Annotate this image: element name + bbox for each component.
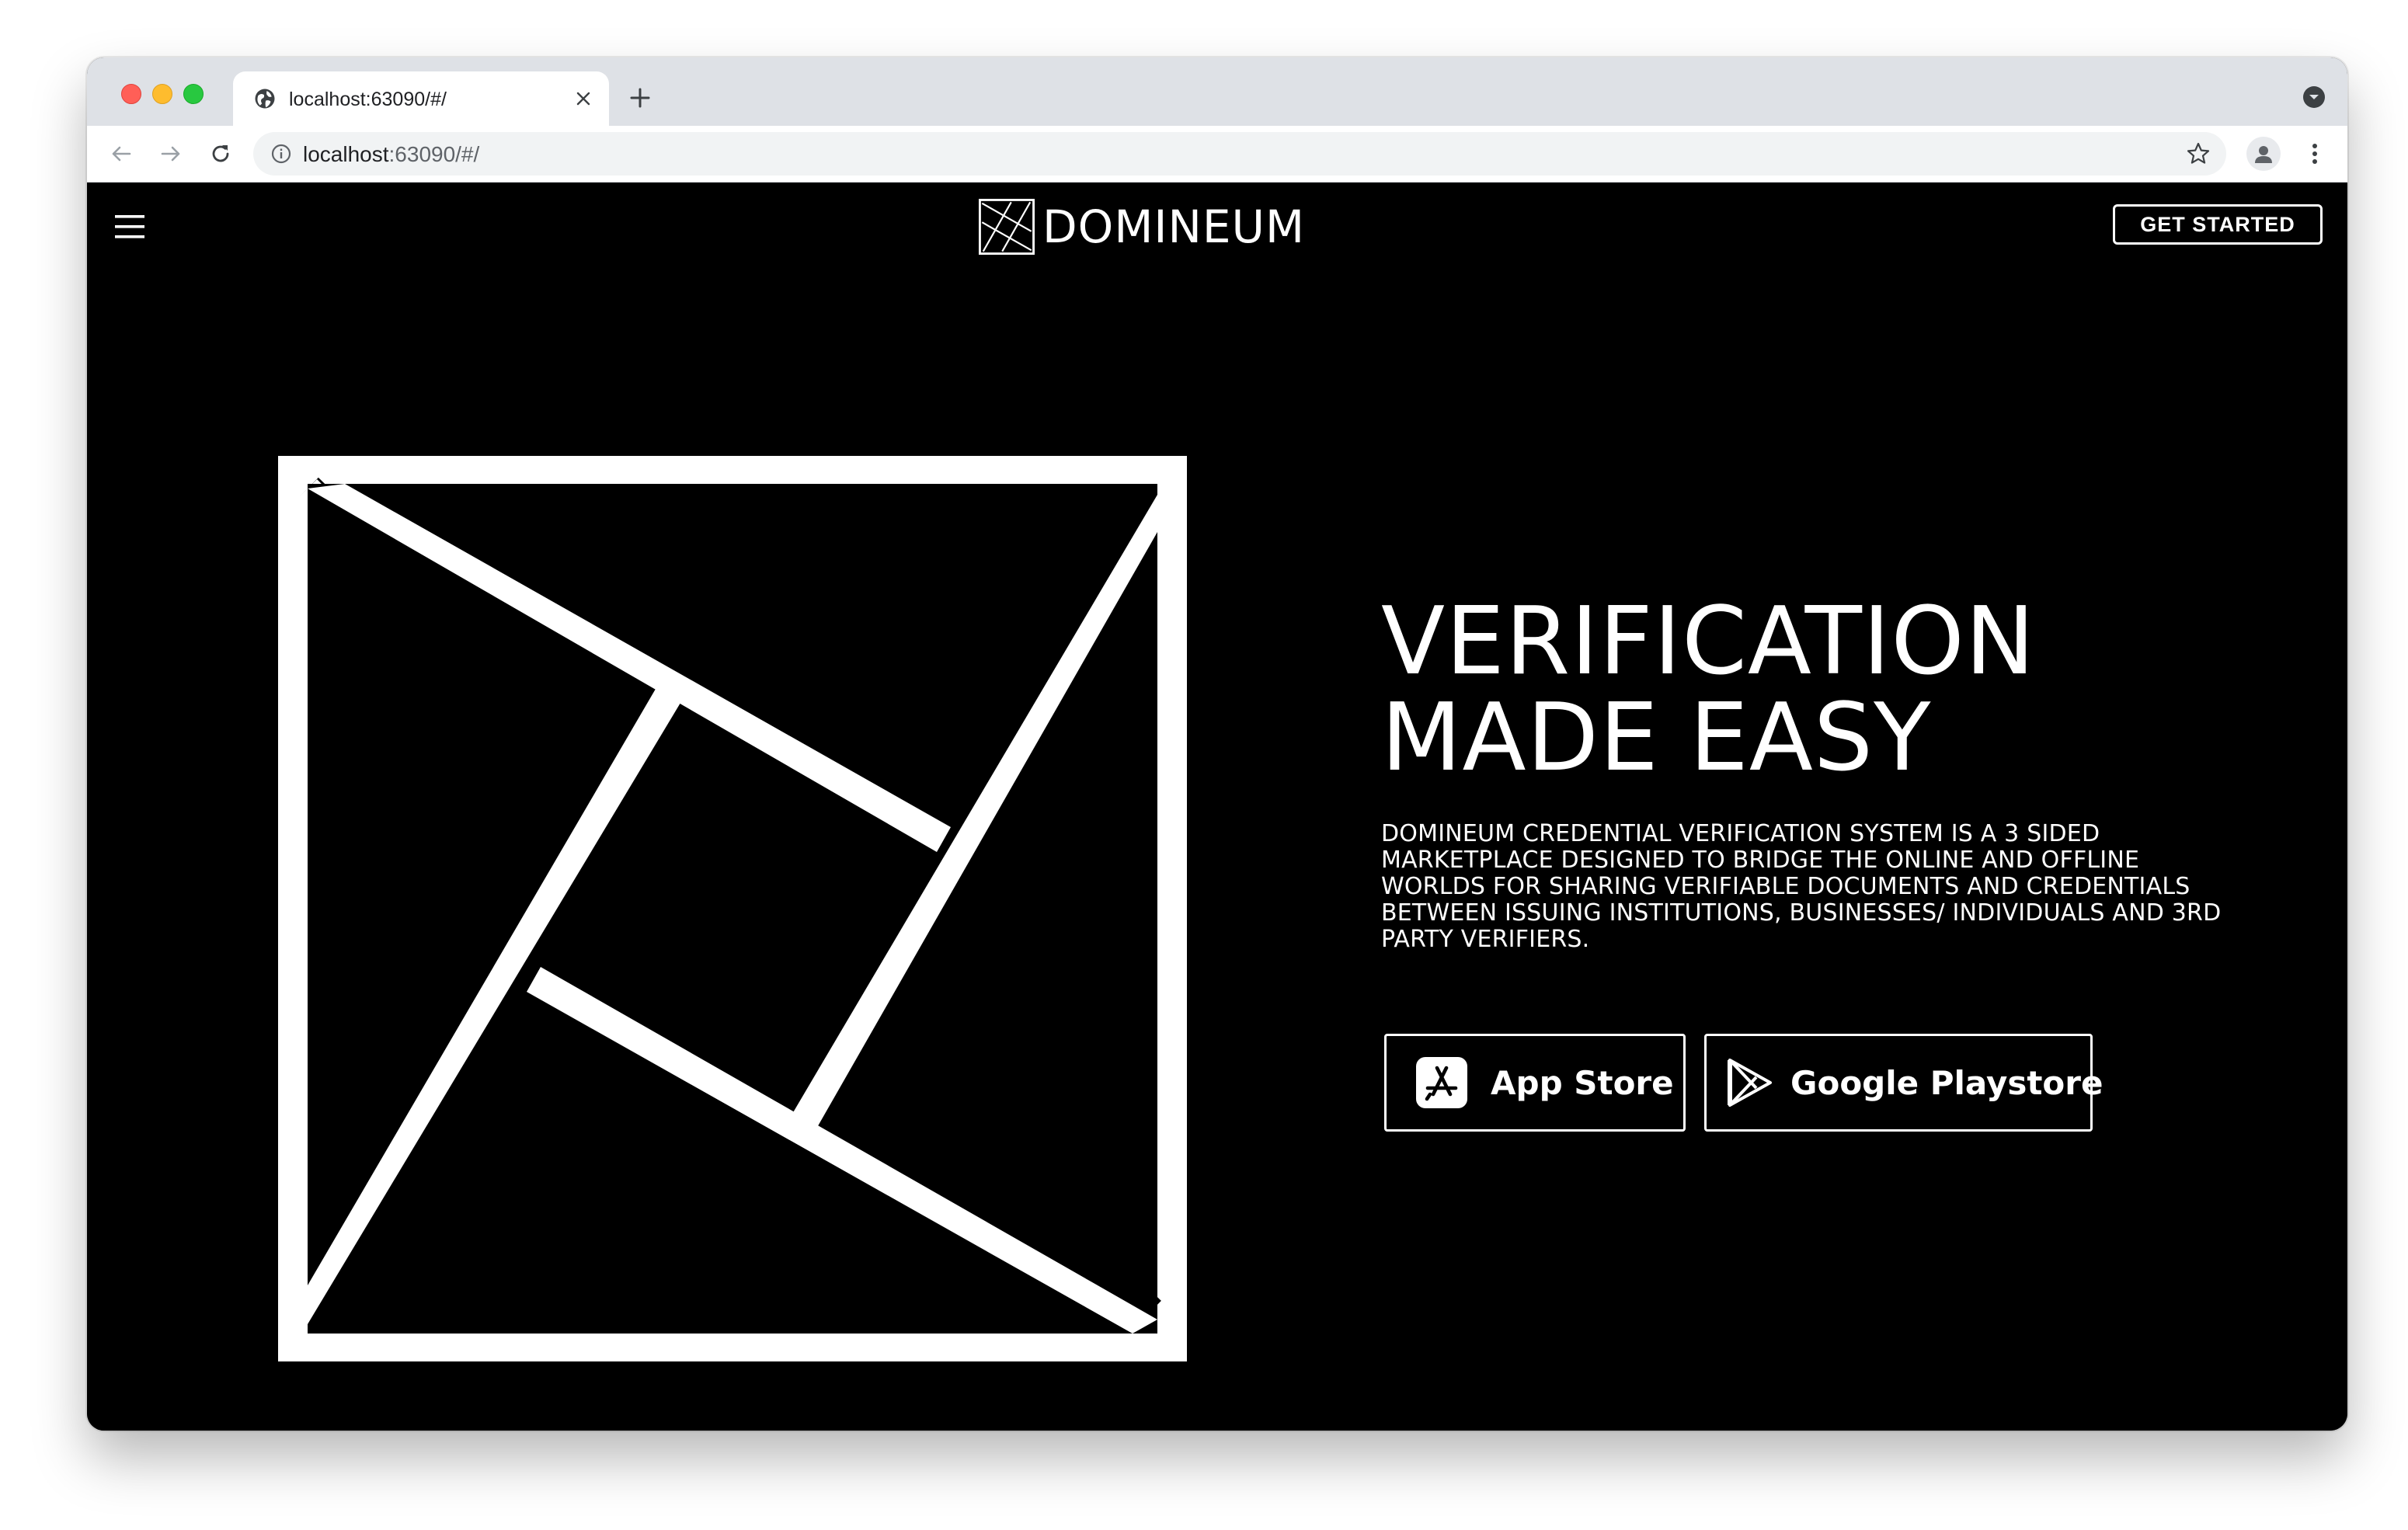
close-window-button[interactable] <box>121 84 141 104</box>
tab-close-button[interactable] <box>570 85 597 112</box>
store-buttons: App Store Google Playstore <box>1384 1034 2104 1132</box>
hero-copy: VERIFICATION MADE EASY DOMINEUM CREDENTI… <box>1381 594 2274 953</box>
reload-button[interactable] <box>204 137 238 171</box>
tab-search-icon[interactable] <box>2302 85 2326 109</box>
browser-window: localhost:63090/#/ localhost:63090/#/ DO… <box>87 57 2347 1431</box>
arrow-right-icon <box>161 146 180 162</box>
get-started-button[interactable]: GET STARTED <box>2113 204 2323 245</box>
brand-name: DOMINEUM <box>1042 200 1305 253</box>
plus-icon <box>630 88 650 108</box>
more-vert-icon <box>2312 144 2317 164</box>
person-icon <box>2255 146 2272 163</box>
star-icon[interactable] <box>2186 141 2211 166</box>
domineum-emblem-icon <box>278 456 1187 1361</box>
web-page: DOMINEUM GET STARTED VERIFICATION MADE E… <box>87 183 2347 1431</box>
minimize-window-button[interactable] <box>152 84 172 104</box>
screenshot-stage: localhost:63090/#/ localhost:63090/#/ DO… <box>0 0 2408 1530</box>
hero-title-line-1: VERIFICATION <box>1381 588 2036 696</box>
tab-strip: localhost:63090/#/ <box>87 57 2347 126</box>
hamburger-menu-icon[interactable] <box>112 209 148 245</box>
profile-avatar-button[interactable] <box>2246 137 2281 171</box>
url-path: :63090/#/ <box>388 142 480 166</box>
url-host: localhost <box>303 142 389 166</box>
back-button[interactable] <box>104 137 138 171</box>
url-text: localhost:63090/#/ <box>303 142 479 167</box>
browser-menu-button[interactable] <box>2298 137 2332 171</box>
info-icon[interactable] <box>270 143 292 165</box>
app-store-icon <box>1416 1057 1467 1108</box>
google-playstore-button[interactable]: Google Playstore <box>1704 1034 2104 1132</box>
browser-toolbar: localhost:63090/#/ <box>87 126 2347 183</box>
browser-tab[interactable]: localhost:63090/#/ <box>233 71 609 126</box>
hero-description: DOMINEUM CREDENTIAL VERIFICATION SYSTEM … <box>1381 820 2222 953</box>
app-store-button[interactable]: App Store <box>1384 1034 1686 1132</box>
new-tab-button[interactable] <box>625 82 656 113</box>
globe-icon <box>255 89 275 109</box>
address-bar[interactable]: localhost:63090/#/ <box>253 132 2226 176</box>
reload-icon <box>212 145 229 162</box>
hero-title: VERIFICATION MADE EASY <box>1381 594 2274 787</box>
google-play-icon <box>1728 1059 1772 1107</box>
maximize-window-button[interactable] <box>183 84 204 104</box>
domineum-logo-icon <box>979 199 1035 255</box>
google-playstore-label: Google Playstore <box>1790 1063 2104 1102</box>
hero-title-line-2: MADE EASY <box>1381 684 1932 792</box>
close-icon <box>576 92 590 106</box>
arrow-left-icon <box>112 146 131 162</box>
tab-title: localhost:63090/#/ <box>289 89 447 110</box>
app-store-label: App Store <box>1491 1063 1674 1102</box>
forward-button[interactable] <box>154 137 188 171</box>
brand-logo-link[interactable]: DOMINEUM <box>979 196 1305 257</box>
